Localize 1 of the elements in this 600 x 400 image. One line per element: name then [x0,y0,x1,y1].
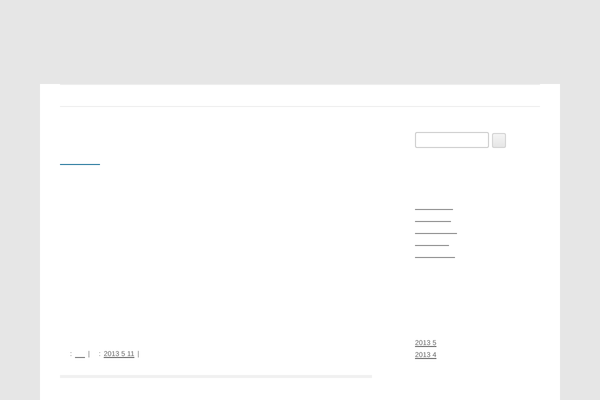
search-field[interactable] [415,132,489,148]
